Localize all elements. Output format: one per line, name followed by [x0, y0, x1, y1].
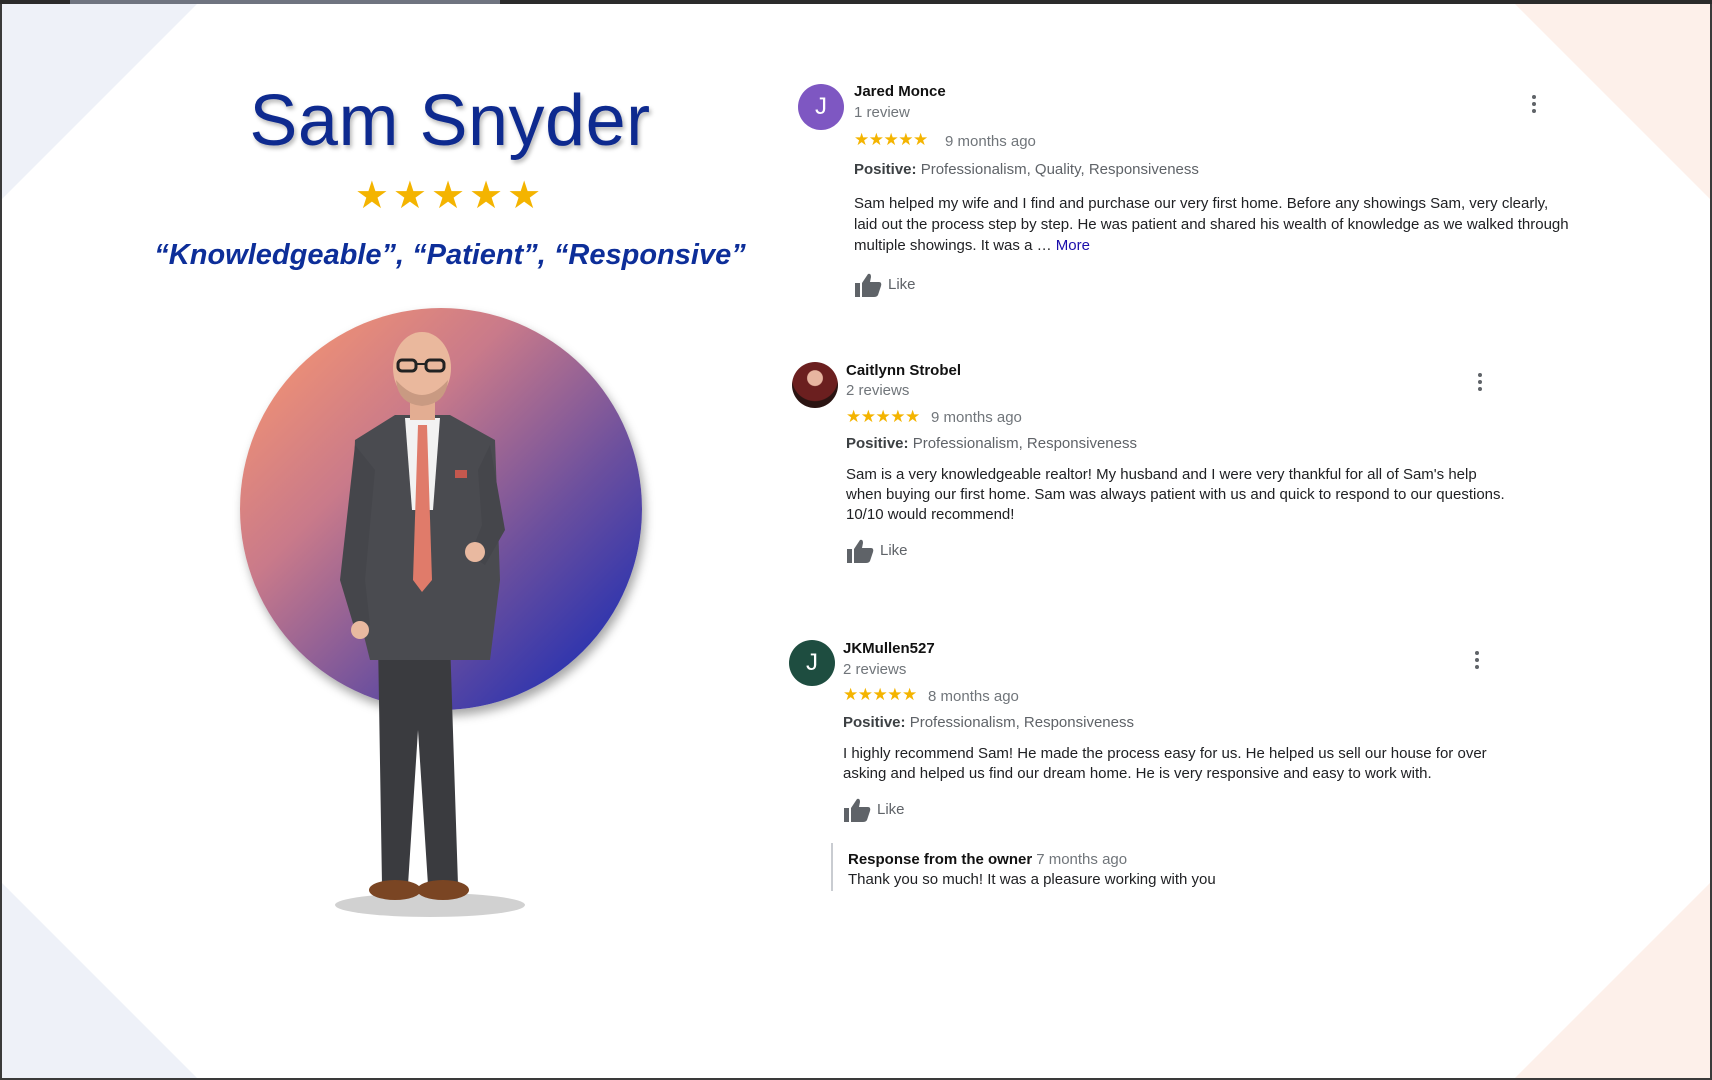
review-text: Sam helped my wife and I find and purcha… [854, 193, 1574, 256]
owner-response-title: Response from the owner 7 months ago [848, 851, 1127, 868]
positive-values: Professionalism, Quality, Responsiveness [920, 161, 1199, 178]
reviewer-avatar[interactable]: J [789, 640, 835, 686]
thumbs-up-icon [844, 798, 871, 822]
more-link[interactable]: More [1056, 237, 1090, 254]
owner-response-text: Thank you so much! It was a pleasure wor… [848, 871, 1216, 888]
positive-label: Positive: [854, 161, 917, 178]
thumbs-up-icon [847, 539, 874, 563]
reviewer-name[interactable]: JKMullen527 [843, 640, 935, 657]
like-label: Like [888, 275, 916, 293]
owner-response-label: Response from the owner [848, 851, 1033, 868]
reviewer-avatar[interactable] [792, 362, 838, 408]
corner-decoration [1515, 4, 1710, 199]
top-bar-accent [70, 0, 500, 4]
review-star-rating: ★★★★★ [843, 685, 917, 704]
owner-response-time: 7 months ago [1036, 851, 1128, 868]
review-star-rating: ★★★★★ [846, 407, 920, 426]
like-label: Like [877, 800, 905, 818]
review-star-rating: ★★★★★ [854, 130, 928, 149]
reviewer-avatar[interactable]: J [798, 84, 844, 130]
hero-quote: “Knowledgeable”, “Patient”, “Responsive” [154, 239, 746, 271]
reviewer-review-count: 1 review [854, 104, 910, 121]
positive-label: Positive: [846, 435, 909, 452]
review-time: 9 months ago [945, 133, 1036, 150]
review-body: Sam helped my wife and I find and purcha… [854, 195, 1569, 254]
corner-decoration [1515, 883, 1710, 1078]
positive-values: Professionalism, Responsiveness [912, 435, 1137, 452]
reviewer-review-count: 2 reviews [843, 661, 907, 678]
review-text: I highly recommend Sam! He made the proc… [843, 745, 1487, 782]
like-button[interactable]: Like [846, 538, 908, 564]
like-button[interactable]: Like [843, 797, 905, 823]
reviewer-review-count: 2 reviews [846, 382, 910, 399]
review-time: 8 months ago [928, 688, 1019, 705]
review-text: Sam is a very knowledgeable realtor! My … [846, 466, 1505, 523]
hero-star-rating: ★★★★★ [354, 175, 546, 217]
owner-response-bar [831, 843, 833, 891]
more-options-icon[interactable] [1475, 651, 1481, 672]
more-options-icon[interactable] [1478, 373, 1484, 394]
more-options-icon[interactable] [1532, 95, 1538, 116]
reviewer-name[interactable]: Jared Monce [854, 83, 946, 100]
positive-values: Professionalism, Responsiveness [909, 714, 1134, 731]
thumbs-up-icon [855, 273, 882, 297]
agent-portrait [335, 332, 525, 917]
positive-label: Positive: [843, 714, 906, 731]
review-positive-tags: Positive: Professionalism, Quality, Resp… [854, 161, 1199, 178]
review-positive-tags: Positive: Professionalism, Responsivenes… [846, 435, 1137, 452]
like-label: Like [880, 541, 908, 559]
reviewer-name[interactable]: Caitlynn Strobel [846, 362, 961, 379]
review-positive-tags: Positive: Professionalism, Responsivenes… [843, 714, 1134, 731]
like-button[interactable]: Like [854, 272, 916, 298]
agent-name: Sam Snyder [249, 81, 651, 161]
corner-decoration [2, 883, 197, 1078]
review-time: 9 months ago [931, 409, 1022, 426]
